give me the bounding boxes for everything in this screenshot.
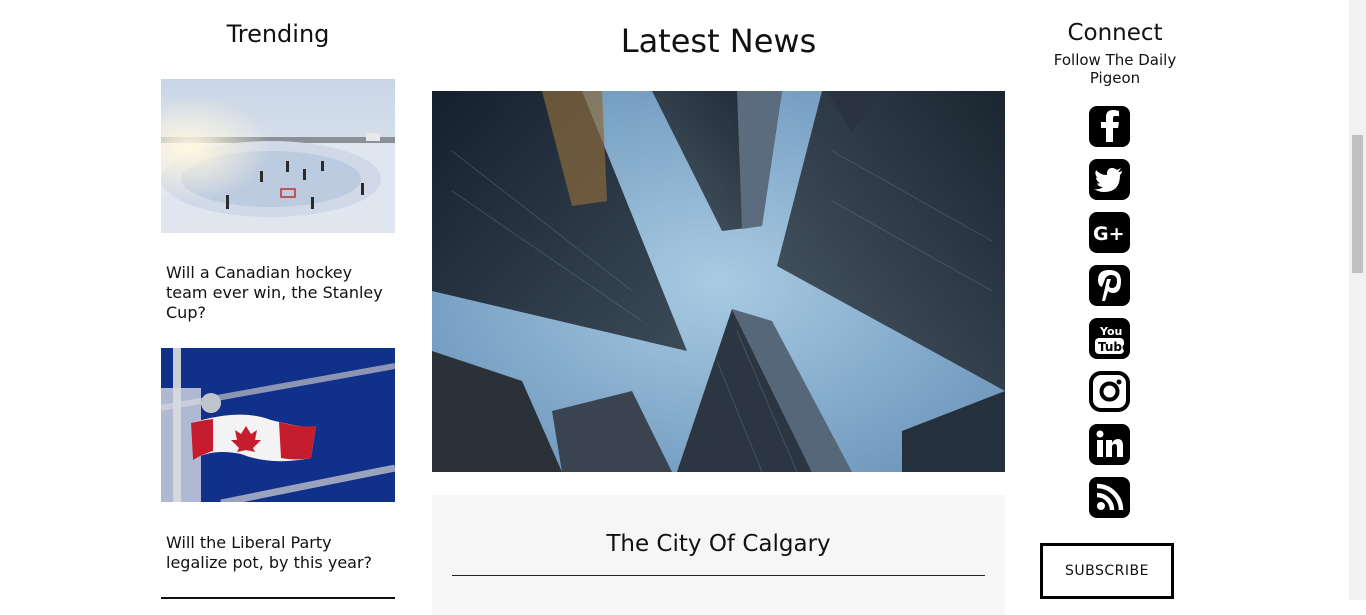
article-title[interactable]: The City Of Calgary	[432, 531, 1005, 557]
latest-news-heading: Latest News	[620, 22, 817, 60]
trending-image-hockey[interactable]	[161, 79, 395, 233]
svg-text:G+: G+	[1093, 223, 1125, 245]
article-card[interactable]: The City Of Calgary	[432, 495, 1005, 615]
trending-heading: Trending	[226, 20, 330, 48]
trending-caption-2[interactable]: Will the Liberal Party legalize pot, by …	[166, 533, 391, 573]
connect-subtitle: Follow The Daily Pigeon	[1053, 51, 1177, 87]
trending-caption-1[interactable]: Will a Canadian hockey team ever win, th…	[166, 263, 391, 323]
twitter-icon[interactable]	[1089, 159, 1130, 200]
google-plus-icon[interactable]: G+	[1089, 212, 1130, 253]
linkedin-icon[interactable]	[1089, 424, 1130, 465]
svg-text:You: You	[1099, 325, 1122, 338]
youtube-icon[interactable]: You Tube	[1089, 318, 1130, 359]
scrollbar-thumb[interactable]	[1352, 135, 1363, 273]
instagram-icon[interactable]	[1089, 371, 1130, 412]
facebook-icon[interactable]	[1089, 106, 1130, 147]
hero-image-skyscrapers[interactable]	[432, 91, 1005, 472]
trending-image-flag[interactable]	[161, 348, 395, 502]
vertical-scrollbar[interactable]	[1349, 0, 1366, 600]
pinterest-icon[interactable]	[1089, 265, 1130, 306]
subscribe-button[interactable]: SUBSCRIBE	[1040, 543, 1174, 599]
article-divider	[452, 575, 985, 576]
rss-icon[interactable]	[1089, 477, 1130, 518]
svg-text:Tube: Tube	[1098, 340, 1130, 354]
divider	[161, 597, 395, 599]
connect-heading: Connect	[1067, 20, 1163, 46]
